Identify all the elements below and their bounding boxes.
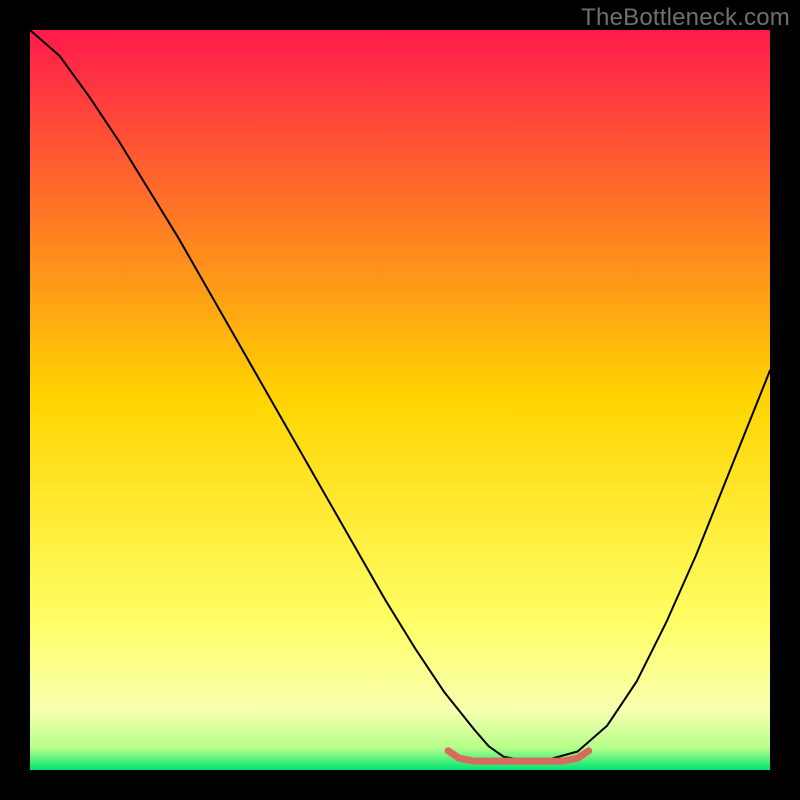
chart-background: [30, 30, 770, 770]
chart-frame: TheBottleneck.com: [0, 0, 800, 800]
watermark-text: TheBottleneck.com: [581, 4, 790, 32]
plot-area: [30, 30, 770, 770]
chart-svg: [30, 30, 770, 770]
